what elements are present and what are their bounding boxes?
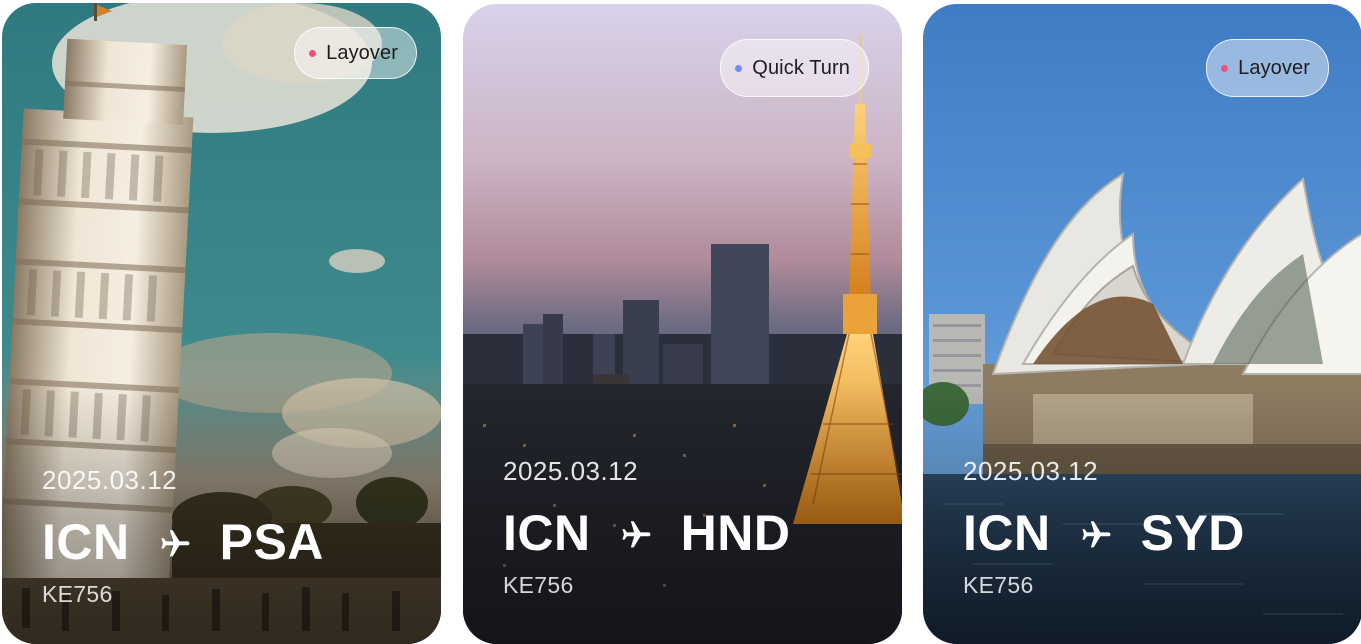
airplane-icon (619, 515, 655, 551)
trip-card-hnd[interactable]: Quick Turn 2025.03.12 ICN HND KE756 (463, 4, 902, 644)
airplane-icon (1079, 515, 1115, 551)
trip-card-list: Layover 2025.03.12 ICN PSA KE756 Quick T… (0, 0, 1361, 644)
trip-route: ICN PSA (42, 513, 324, 571)
trip-route: ICN SYD (963, 504, 1245, 562)
destination-code: HND (680, 505, 791, 561)
flight-number: KE756 (42, 581, 113, 607)
badge-label: Quick Turn (752, 56, 850, 79)
trip-info: 2025.03.12 ICN PSA KE756 (42, 465, 324, 608)
badge-dot (309, 49, 317, 57)
trip-date: 2025.03.12 (503, 456, 639, 486)
trip-date: 2025.03.12 (42, 465, 178, 495)
badge-label: Layover (1238, 56, 1310, 79)
trip-date: 2025.03.12 (963, 456, 1099, 486)
destination-code: PSA (219, 514, 324, 570)
trip-info: 2025.03.12 ICN SYD KE756 (963, 456, 1245, 599)
badge-dot (735, 64, 743, 72)
airplane-icon (158, 524, 194, 560)
trip-card-psa[interactable]: Layover 2025.03.12 ICN PSA KE756 (2, 3, 441, 644)
origin-code: ICN (503, 505, 591, 561)
badge-dot (1221, 64, 1229, 72)
trip-info: 2025.03.12 ICN HND KE756 (503, 456, 790, 599)
destination-code: SYD (1140, 505, 1245, 561)
origin-code: ICN (42, 514, 130, 570)
trip-type-badge: Quick Turn (720, 39, 869, 97)
trip-route: ICN HND (503, 504, 790, 562)
flight-number: KE756 (503, 572, 574, 598)
flight-number: KE756 (963, 572, 1034, 598)
origin-code: ICN (963, 505, 1051, 561)
badge-label: Layover (326, 41, 398, 64)
trip-card-syd[interactable]: Layover 2025.03.12 ICN SYD KE756 (923, 4, 1361, 644)
trip-type-badge: Layover (294, 27, 417, 79)
trip-type-badge: Layover (1206, 39, 1329, 97)
